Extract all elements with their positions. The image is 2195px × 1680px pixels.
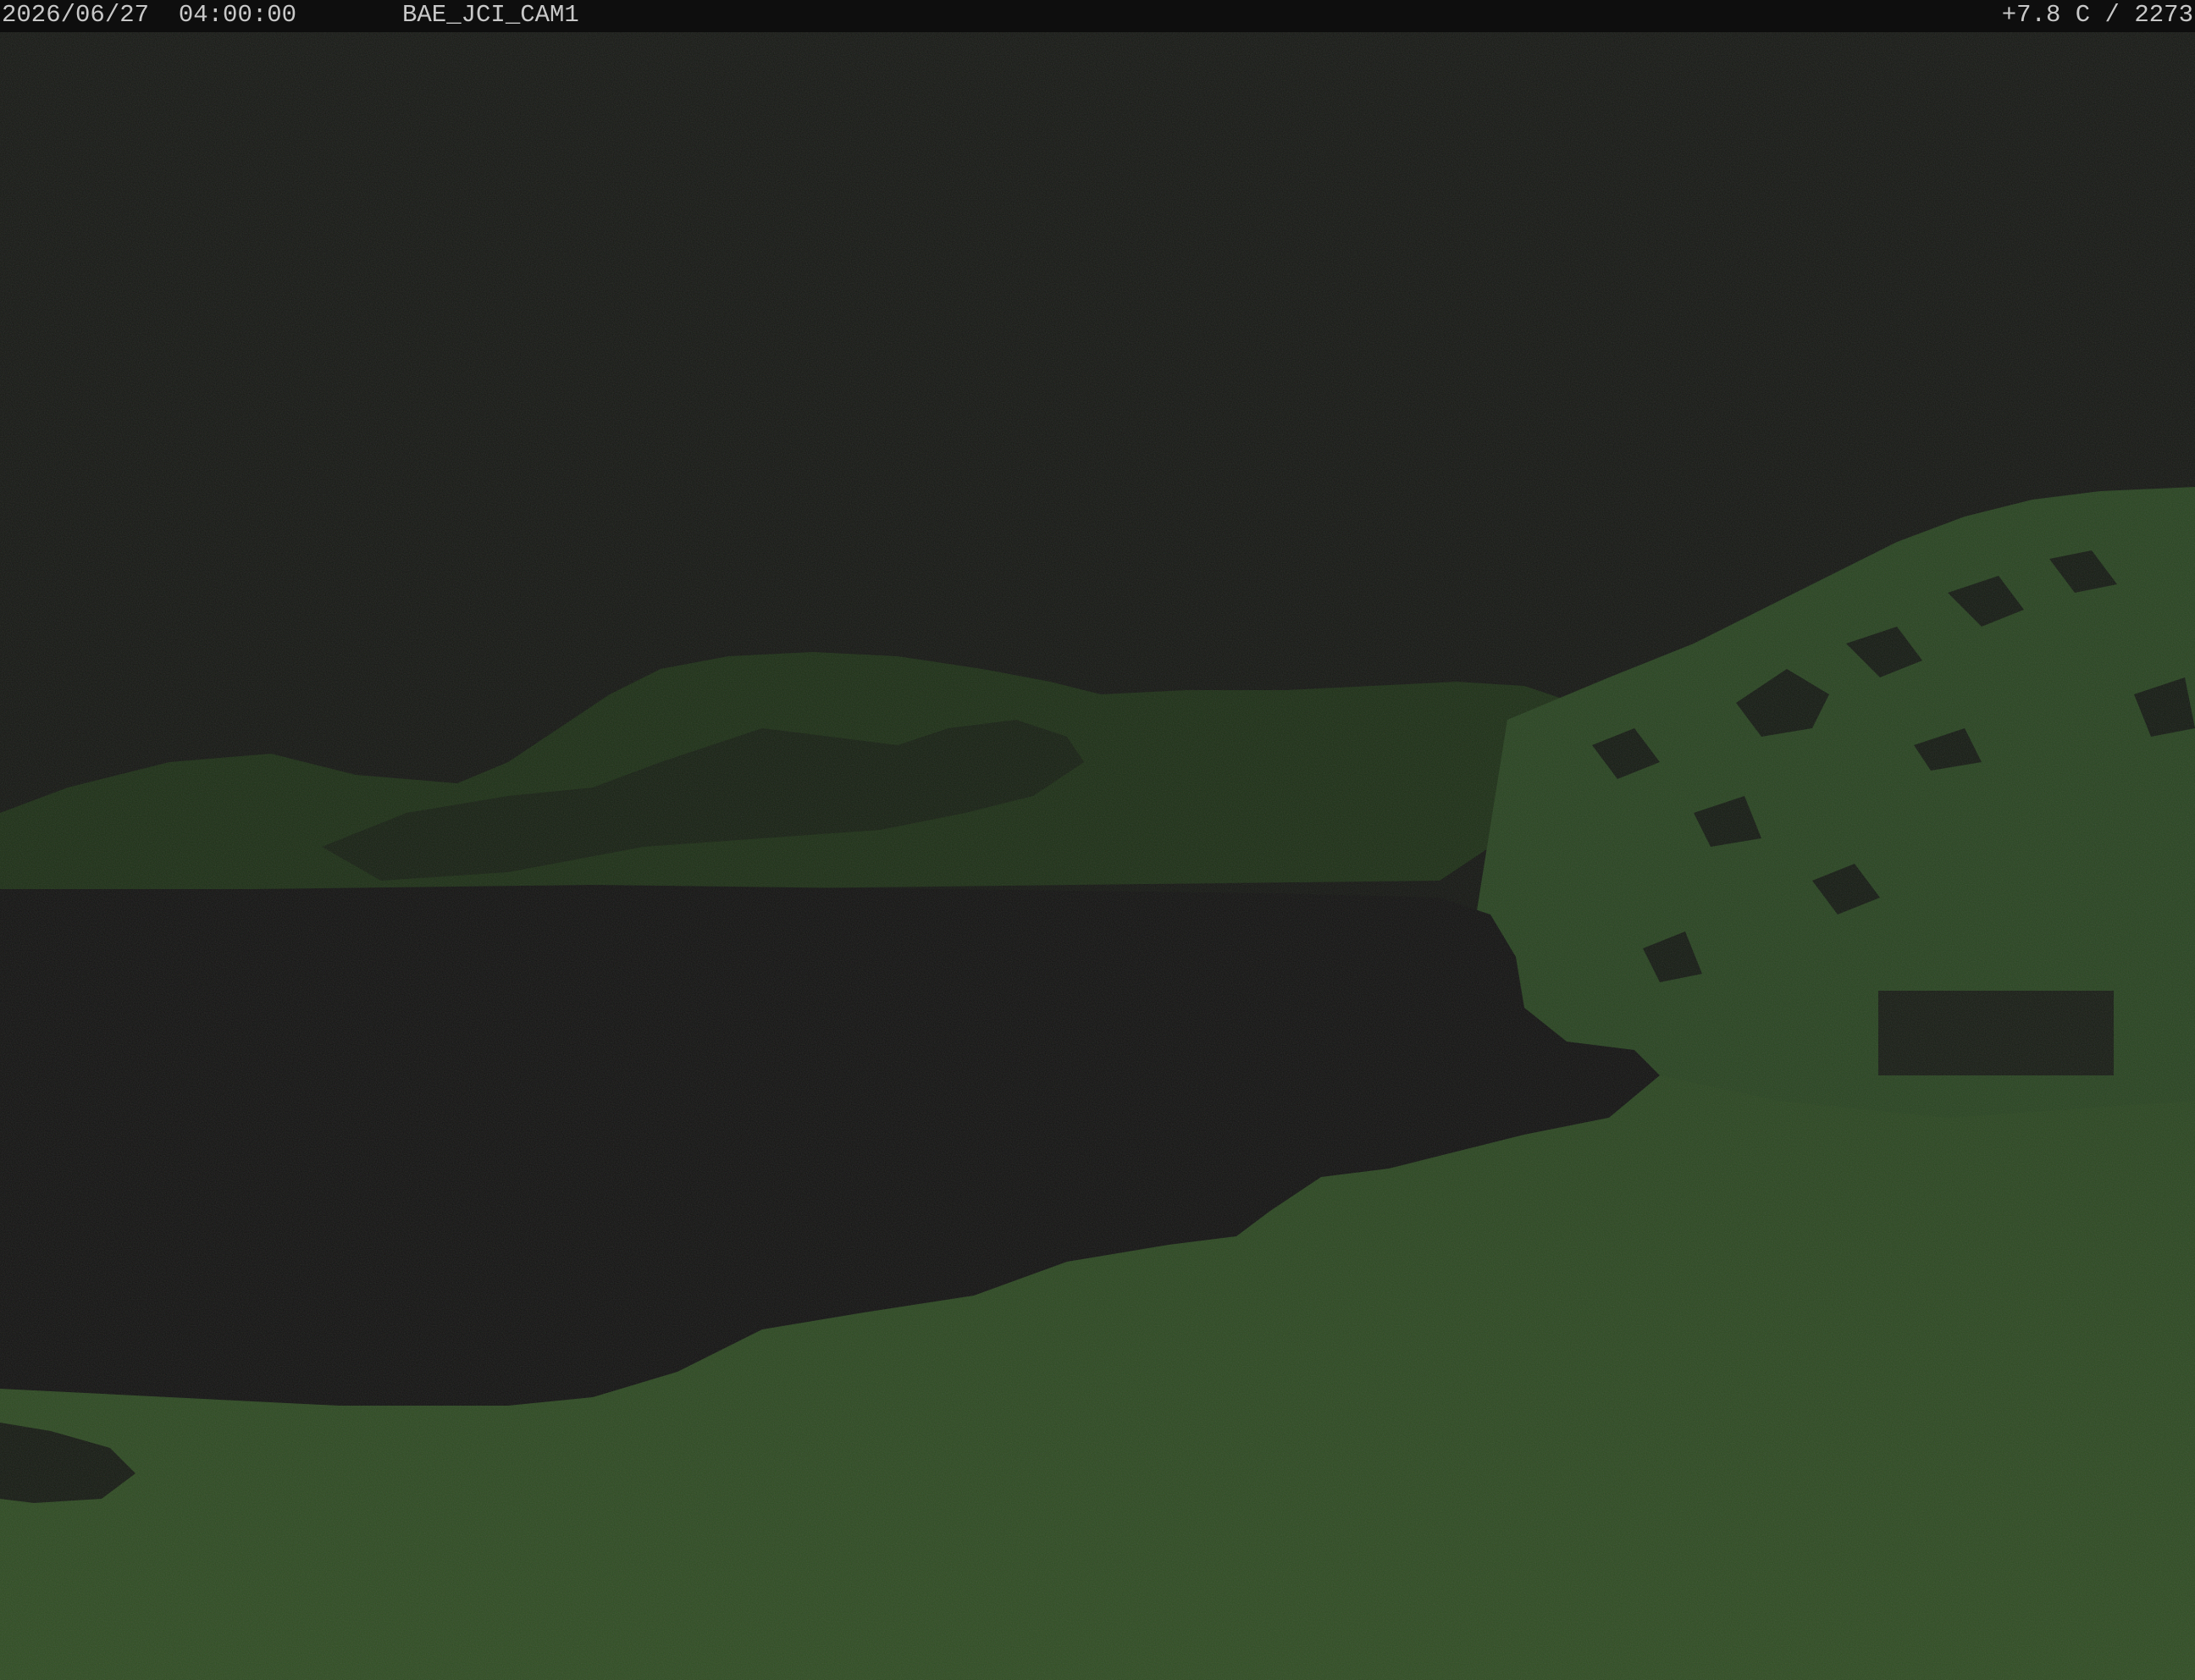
sensor-noise [0, 0, 2195, 1680]
osd-datetime: 2026/06/27 04:00:00 [2, 0, 296, 30]
webcam-image [0, 0, 2195, 1680]
osd-time: 04:00:00 [178, 1, 297, 29]
webcam-frame: 2026/06/27 04:00:00 BAE_JCI_CAM1 +7.8 C … [0, 0, 2195, 1680]
osd-date: 2026/06/27 [2, 1, 150, 29]
osd-camera-id: BAE_JCI_CAM1 [402, 1, 579, 29]
osd-temperature: +7.8 C [2001, 1, 2091, 29]
osd-altitude: 2273 [2134, 1, 2193, 29]
osd-sensor-readout: +7.8 C / 2273 [2001, 1, 2193, 29]
osd-overlay-bar: 2026/06/27 04:00:00 BAE_JCI_CAM1 +7.8 C … [0, 0, 2195, 32]
